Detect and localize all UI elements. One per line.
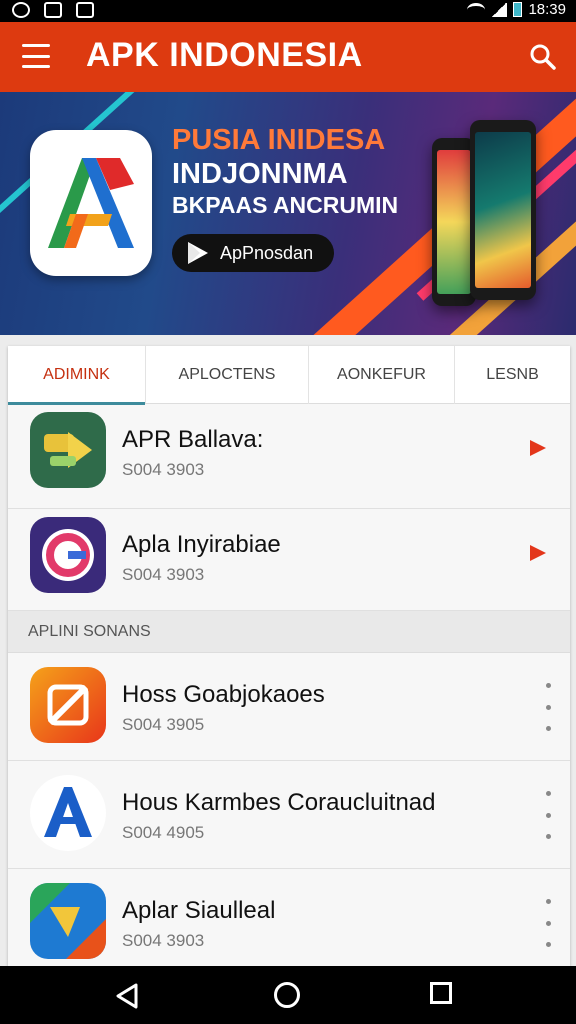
- promo-banner[interactable]: PUSIA INIDESA INDJONNMA BKPAAS ANCRUMIN …: [0, 92, 576, 335]
- store-button-label: ApPnosdan: [220, 242, 314, 263]
- list-item[interactable]: APR Ballava: S004 3903: [8, 404, 570, 509]
- home-icon[interactable]: [274, 982, 300, 1008]
- wifi-icon: [467, 2, 486, 17]
- app-name: Hoss Goabjokaoes: [122, 681, 325, 708]
- battery-icon: [513, 2, 523, 17]
- app-list-card: ADIMINK APLOCTENS AONKEFUR LESNB APR Bal…: [8, 346, 570, 966]
- hamburger-menu-icon[interactable]: [22, 44, 50, 68]
- banner-headline: INDJONNMA: [172, 158, 348, 190]
- notification-icon: [12, 2, 30, 18]
- app-icon: [30, 517, 106, 593]
- app-size: S004 4905: [122, 823, 205, 842]
- app-logo: [30, 130, 152, 276]
- notification-icons: [12, 2, 94, 18]
- list-item[interactable]: Apla Inyirabiae S004 3903: [8, 509, 570, 611]
- list-item[interactable]: Hous Karmbes Coraucluitnad S004 4905: [8, 761, 570, 869]
- app-size: S004 3905: [122, 715, 205, 734]
- list-item[interactable]: Hoss Goabjokaoes S004 3905: [8, 653, 570, 761]
- tab-adimink[interactable]: ADIMINK: [8, 346, 146, 405]
- app-title: APK INDONESIA: [86, 36, 363, 74]
- notification-icon: [76, 2, 94, 18]
- phone-illustration: [470, 120, 536, 300]
- app-list: APR Ballava: S004 3903 Apla Inyirabiae S…: [8, 404, 570, 977]
- tab-lesnb[interactable]: LESNB: [455, 346, 570, 404]
- more-vertical-icon[interactable]: [544, 899, 552, 947]
- store-button[interactable]: ApPnosdan: [172, 234, 334, 272]
- app-size: S004 3903: [122, 460, 205, 479]
- banner-subheadline: BKPAAS ANCRUMIN: [172, 192, 399, 218]
- app-size: S004 3903: [122, 931, 205, 950]
- app-icon: [30, 775, 106, 851]
- app-name: Hous Karmbes Coraucluitnad: [122, 789, 436, 816]
- app-icon: [30, 883, 106, 959]
- app-icon: [30, 412, 106, 488]
- app-size: S004 3903: [122, 565, 205, 584]
- clock: 18:39: [528, 1, 566, 18]
- app-name: Apla Inyirabiae: [122, 531, 281, 558]
- notification-icon: [44, 2, 62, 18]
- system-navigation-bar: [0, 966, 576, 1024]
- more-vertical-icon[interactable]: [544, 683, 552, 731]
- tab-aploctens[interactable]: APLOCTENS: [146, 346, 309, 404]
- app-bar: APK INDONESIA: [0, 22, 576, 92]
- signal-icon: [491, 2, 508, 17]
- app-name: APR Ballava:: [122, 426, 264, 453]
- recent-apps-icon[interactable]: [430, 982, 452, 1004]
- play-store-icon: [188, 242, 208, 264]
- search-icon[interactable]: [528, 42, 558, 72]
- system-icons: 18:39: [467, 1, 566, 18]
- category-tabs: ADIMINK APLOCTENS AONKEFUR LESNB: [8, 346, 570, 405]
- list-item[interactable]: Aplar Siaulleal S004 3903: [8, 869, 570, 977]
- play-arrow-icon[interactable]: [530, 440, 546, 456]
- play-arrow-icon[interactable]: [530, 545, 546, 561]
- back-icon[interactable]: [114, 982, 140, 1010]
- status-bar: 18:39: [0, 0, 576, 22]
- app-name: Aplar Siaulleal: [122, 897, 276, 924]
- banner-headline: PUSIA INIDESA: [172, 124, 386, 156]
- section-header: APLINI SONANS: [8, 611, 570, 653]
- tab-aonkefur[interactable]: AONKEFUR: [309, 346, 455, 404]
- more-vertical-icon[interactable]: [544, 791, 552, 839]
- app-icon: [30, 667, 106, 743]
